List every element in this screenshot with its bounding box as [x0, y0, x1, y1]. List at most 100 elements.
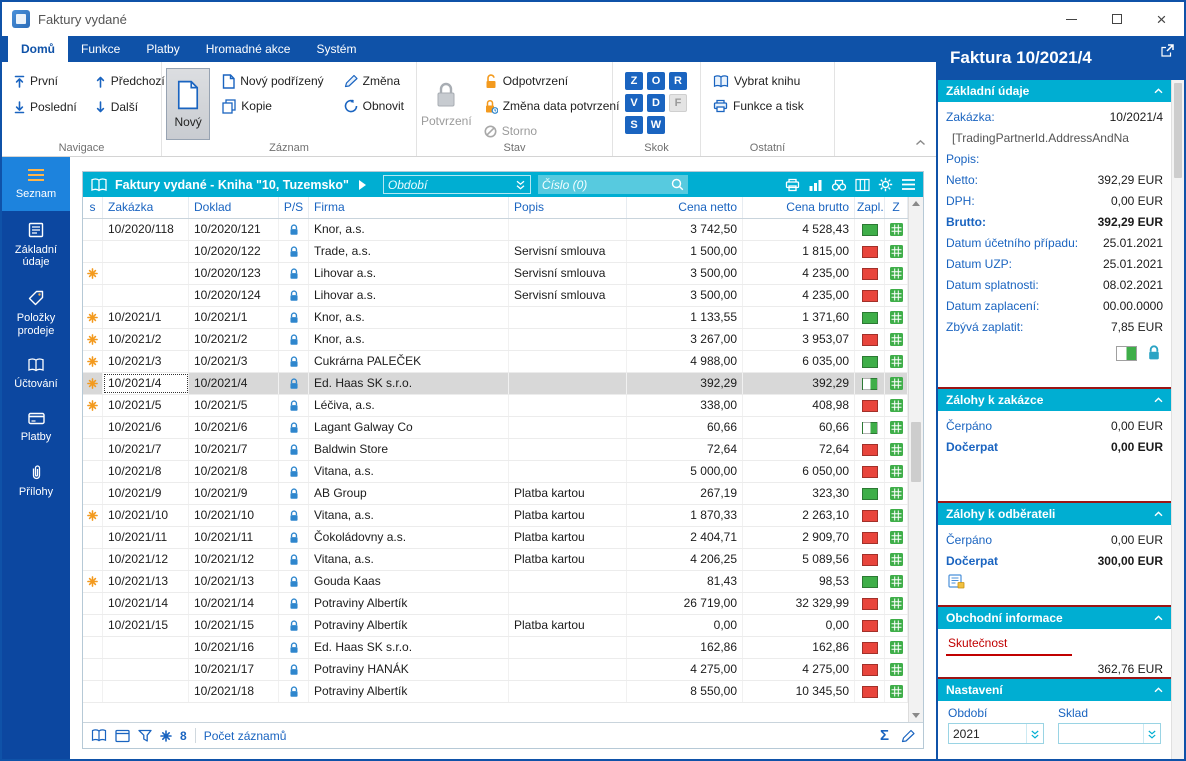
- warehouse-select[interactable]: [1058, 723, 1161, 744]
- section-header-zakladni-udaje[interactable]: Základní údaje: [938, 80, 1171, 102]
- book-view-icon[interactable]: [91, 729, 107, 742]
- edit-button[interactable]: Změna: [336, 70, 412, 92]
- section-header-nastaveni[interactable]: Nastavení: [938, 679, 1171, 701]
- table-row[interactable]: 10/2021/6 10/2021/6 Lagant Galway Co 60,…: [83, 417, 908, 439]
- minimize-button[interactable]: [1049, 2, 1094, 36]
- table-row[interactable]: 10/2020/122 Trade, a.s. Servisní smlouva…: [83, 241, 908, 263]
- table-row[interactable]: 10/2021/4 10/2021/4 Ed. Haas SK s.r.o. 3…: [83, 373, 908, 395]
- close-button[interactable]: ×: [1139, 2, 1184, 36]
- col-header-zapl[interactable]: Zapl.: [855, 197, 885, 218]
- jump-key-r[interactable]: R: [669, 72, 687, 90]
- jump-key-s[interactable]: S: [625, 116, 643, 134]
- chart-icon[interactable]: [808, 178, 823, 192]
- period-select[interactable]: 2021: [948, 723, 1044, 744]
- table-row[interactable]: 10/2020/123 Lihovar a.s. Servisní smlouv…: [83, 263, 908, 285]
- sidebar-item-polozky-prodeje[interactable]: Položky prodeje: [2, 279, 70, 347]
- table-scrollbar[interactable]: [908, 197, 923, 722]
- last-button[interactable]: Poslední: [6, 96, 85, 118]
- sidebar-item-uctovani[interactable]: Účtování: [2, 347, 70, 401]
- columns-icon[interactable]: [855, 178, 870, 192]
- jump-key-f[interactable]: F: [669, 94, 687, 112]
- table-row[interactable]: 10/2021/10 10/2021/10 Vitana, a.s. Platb…: [83, 505, 908, 527]
- cancel-document-button[interactable]: Storno: [476, 120, 628, 142]
- tab-hromadne-akce[interactable]: Hromadné akce: [193, 36, 304, 62]
- note-icon[interactable]: [948, 574, 965, 589]
- new-child-button[interactable]: Nový podřízený: [214, 70, 331, 92]
- section-header-obchodni-informace[interactable]: Obchodní informace: [938, 607, 1171, 629]
- col-header-ps[interactable]: P/S: [279, 197, 309, 218]
- table-row[interactable]: 10/2021/14 10/2021/14 Potraviny Albertík…: [83, 593, 908, 615]
- tab-skutecnost[interactable]: Skutečnost: [946, 633, 1072, 656]
- scroll-down-arrow[interactable]: [912, 713, 920, 718]
- detail-scrollbar-thumb[interactable]: [1174, 83, 1182, 178]
- table-row[interactable]: 10/2021/13 10/2021/13 Gouda Kaas 81,43 9…: [83, 571, 908, 593]
- jump-key-w[interactable]: W: [647, 116, 665, 134]
- section-header-zalohy-k-odberateli[interactable]: Zálohy k odběrateli: [938, 503, 1171, 525]
- jump-key-d[interactable]: D: [647, 94, 665, 112]
- table-row[interactable]: 10/2021/11 10/2021/11 Čokoládovny a.s. P…: [83, 527, 908, 549]
- gear-icon[interactable]: [878, 177, 893, 192]
- number-search-field[interactable]: [537, 175, 688, 194]
- jump-key-v[interactable]: V: [625, 94, 643, 112]
- table-row[interactable]: 10/2021/16 Ed. Haas SK s.r.o. 162,86 162…: [83, 637, 908, 659]
- table-row[interactable]: 10/2021/15 10/2021/15 Potraviny Albertík…: [83, 615, 908, 637]
- jump-key-z[interactable]: Z: [625, 72, 643, 90]
- unconfirm-button[interactable]: Odpotvrzení: [476, 70, 628, 92]
- table-row[interactable]: 10/2021/7 10/2021/7 Baldwin Store 72,64 …: [83, 439, 908, 461]
- next-button[interactable]: Další: [87, 96, 173, 118]
- table-row[interactable]: 10/2021/5 10/2021/5 Léčiva, a.s. 338,00 …: [83, 395, 908, 417]
- change-confirm-date-button[interactable]: Změna data potvrzení: [476, 95, 628, 117]
- detail-scrollbar[interactable]: [1171, 80, 1184, 759]
- filter-active-icon[interactable]: [160, 729, 172, 742]
- open-in-window-button[interactable]: [1160, 44, 1174, 63]
- binoculars-icon[interactable]: [831, 178, 847, 192]
- table-row[interactable]: 10/2021/2 10/2021/2 Knor, a.s. 3 267,00 …: [83, 329, 908, 351]
- table-row[interactable]: 10/2021/3 10/2021/3 Cukrárna PALEČEK 4 9…: [83, 351, 908, 373]
- new-button[interactable]: Nový: [166, 68, 211, 140]
- table-row[interactable]: 10/2021/1 10/2021/1 Knor, a.s. 1 133,55 …: [83, 307, 908, 329]
- table-row[interactable]: 10/2021/17 Potraviny HANÁK 4 275,00 4 27…: [83, 659, 908, 681]
- table-row[interactable]: 10/2021/12 10/2021/12 Vitana, a.s. Platb…: [83, 549, 908, 571]
- col-header-doklad[interactable]: Doklad: [189, 197, 279, 218]
- panel-view-icon[interactable]: [115, 729, 130, 743]
- table-row[interactable]: 10/2020/118 10/2020/121 Knor, a.s. 3 742…: [83, 219, 908, 241]
- chevron-double-down-icon[interactable]: [1143, 724, 1160, 743]
- edit-pencil-icon[interactable]: [901, 729, 915, 743]
- table-row[interactable]: 10/2021/8 10/2021/8 Vitana, a.s. 5 000,0…: [83, 461, 908, 483]
- tab-platby[interactable]: Platby: [133, 36, 192, 62]
- collapse-ribbon-button[interactable]: [915, 133, 926, 151]
- copy-button[interactable]: Kopie: [214, 95, 331, 117]
- sum-icon[interactable]: Σ: [880, 728, 889, 743]
- tab-domu[interactable]: Domů: [8, 36, 68, 62]
- col-header-zakazka[interactable]: Zakázka: [103, 197, 189, 218]
- tab-system[interactable]: Systém: [303, 36, 369, 62]
- col-header-firma[interactable]: Firma: [309, 197, 509, 218]
- section-header-zalohy-k-zakazce[interactable]: Zálohy k zakázce: [938, 389, 1171, 411]
- col-header-s[interactable]: s: [83, 197, 103, 218]
- select-book-button[interactable]: Vybrat knihu: [705, 70, 830, 92]
- book-menu-button[interactable]: [358, 179, 366, 190]
- print-icon[interactable]: [785, 178, 800, 192]
- sidebar-item-seznam[interactable]: Seznam: [2, 157, 70, 211]
- previous-button[interactable]: Předchozí: [87, 70, 173, 92]
- col-header-z[interactable]: Z: [885, 197, 908, 218]
- hamburger-menu-icon[interactable]: [901, 178, 916, 191]
- sidebar-item-zakladni-udaje[interactable]: Základní údaje: [2, 211, 70, 279]
- col-header-netto[interactable]: Cena netto: [627, 197, 743, 218]
- chevron-double-down-icon[interactable]: [1026, 724, 1043, 743]
- number-search-input[interactable]: [541, 177, 671, 192]
- sidebar-item-platby[interactable]: Platby: [2, 401, 70, 454]
- scroll-up-arrow[interactable]: [912, 201, 920, 206]
- table-row[interactable]: 10/2021/9 10/2021/9 AB Group Platba kart…: [83, 483, 908, 505]
- table-row[interactable]: 10/2021/18 Potraviny Albertík 8 550,00 1…: [83, 681, 908, 703]
- col-header-popis[interactable]: Popis: [509, 197, 627, 218]
- tab-funkce[interactable]: Funkce: [68, 36, 133, 62]
- first-button[interactable]: První: [6, 70, 85, 92]
- maximize-button[interactable]: [1094, 2, 1139, 36]
- confirm-button[interactable]: Potvrzení: [421, 68, 472, 140]
- period-filter-input[interactable]: [387, 177, 515, 192]
- sidebar-item-prilohy[interactable]: Přílohy: [2, 453, 70, 509]
- col-header-brutto[interactable]: Cena brutto: [743, 197, 855, 218]
- jump-key-o[interactable]: O: [647, 72, 665, 90]
- refresh-button[interactable]: Obnovit: [336, 95, 412, 117]
